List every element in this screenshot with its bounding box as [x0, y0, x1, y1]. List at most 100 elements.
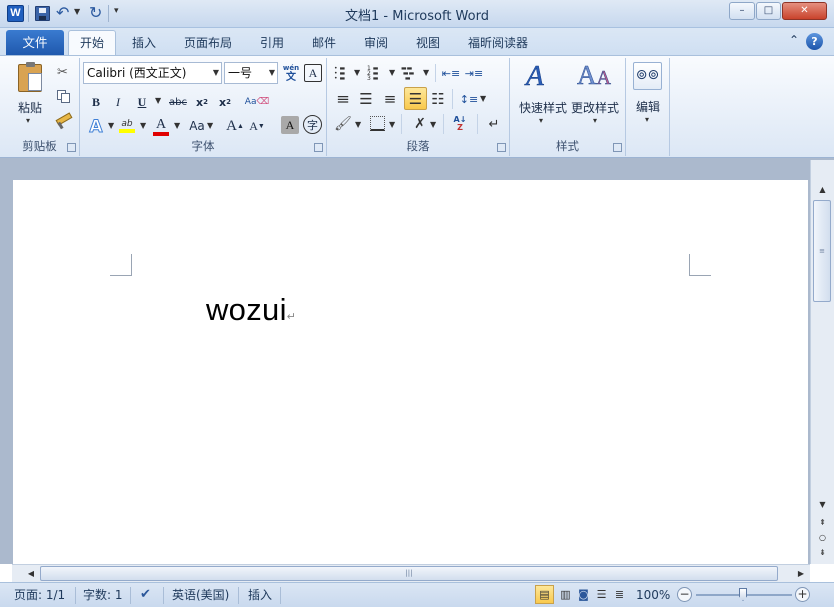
show-marks-icon[interactable]: ↵ — [484, 114, 504, 134]
cut-icon[interactable]: ✂ — [57, 65, 68, 80]
font-color-icon[interactable]: A — [151, 115, 171, 137]
line-spacing-dropdown-icon[interactable]: ▼ — [480, 94, 486, 103]
scroll-left-icon[interactable]: ◀ — [24, 567, 38, 581]
increase-indent-icon[interactable]: ⇥≡ — [464, 64, 484, 82]
underline-dropdown-icon[interactable]: ▼ — [155, 96, 161, 105]
strikethrough-button[interactable]: abc — [166, 92, 190, 112]
phonetic-guide-icon[interactable]: wén 文 — [280, 62, 302, 84]
change-styles-button[interactable]: AA 更改样式 ▾ — [569, 60, 621, 132]
bold-button[interactable]: B — [86, 92, 106, 112]
web-layout-icon[interactable]: ◙ — [575, 586, 592, 603]
horizontal-scroll-thumb[interactable]: ||| — [40, 566, 778, 581]
clear-formatting-icon[interactable]: Aa ⌫ — [245, 91, 269, 113]
tab-insert[interactable]: 插入 — [122, 32, 166, 55]
distributed-icon[interactable]: ☷ — [428, 89, 448, 109]
editing-button[interactable]: ⊚⊚ 编辑 ▾ — [630, 60, 666, 130]
shading-icon[interactable]: 🖌 — [333, 114, 353, 134]
status-word-count[interactable]: 字数: 1 — [83, 586, 123, 605]
change-case-dropdown-icon[interactable]: ▼ — [207, 121, 213, 130]
draft-view-icon[interactable]: ≣ — [611, 586, 628, 603]
shading-dropdown-icon[interactable]: ▼ — [355, 120, 361, 129]
tab-file[interactable]: 文件 — [6, 30, 64, 55]
numbering-dropdown-icon[interactable]: ▼ — [389, 68, 395, 77]
grow-font-icon[interactable]: A ▲ — [225, 116, 245, 136]
zoom-level[interactable]: 100% — [636, 586, 670, 605]
borders-icon[interactable] — [370, 116, 385, 131]
minimize-button[interactable]: – — [729, 2, 755, 20]
multilevel-list-icon[interactable]: ▬▬ ▬▬ ▬ — [401, 64, 423, 82]
text-effects-dropdown-icon[interactable]: ▼ — [108, 121, 114, 130]
zoom-slider-thumb[interactable] — [739, 588, 747, 601]
full-screen-reading-icon[interactable]: ▥ — [557, 586, 574, 603]
shrink-font-icon[interactable]: A ▼ — [247, 116, 267, 136]
align-left-icon[interactable]: ≡ — [332, 89, 354, 109]
document-page[interactable]: wozui↵ — [13, 180, 808, 564]
zoom-out-icon[interactable]: − — [677, 587, 692, 602]
styles-dialog-launcher-icon[interactable] — [613, 143, 622, 152]
line-spacing-icon[interactable]: ↕≡ — [458, 89, 480, 109]
paragraph-dialog-launcher-icon[interactable] — [497, 143, 506, 152]
scroll-down-icon[interactable]: ▼ — [814, 498, 831, 512]
clipboard-dialog-launcher-icon[interactable] — [67, 143, 76, 152]
font-color-dropdown-icon[interactable]: ▼ — [174, 121, 180, 130]
decrease-indent-icon[interactable]: ⇤≡ — [441, 64, 461, 82]
next-page-icon[interactable]: ⇟ — [814, 546, 831, 560]
italic-button[interactable]: I — [108, 92, 128, 112]
status-insert-mode[interactable]: 插入 — [248, 586, 272, 605]
character-border-icon[interactable]: A — [304, 64, 322, 82]
tab-references[interactable]: 引用 — [250, 32, 294, 55]
align-center-icon[interactable]: ☰ — [356, 89, 376, 109]
text-effects-icon[interactable]: A — [86, 116, 106, 138]
vertical-scroll-thumb[interactable]: ≡ — [813, 200, 831, 302]
scroll-right-icon[interactable]: ▶ — [794, 567, 808, 581]
font-size-combo[interactable]: 一号 ▼ — [224, 62, 278, 84]
proofing-icon[interactable]: ✔ — [140, 587, 151, 602]
superscript-button[interactable]: x2 — [215, 92, 235, 112]
minimize-ribbon-icon[interactable]: ⌃ — [789, 33, 799, 47]
scroll-up-icon[interactable]: ▲ — [814, 182, 831, 198]
highlight-dropdown-icon[interactable]: ▼ — [140, 121, 146, 130]
borders-dropdown-icon[interactable]: ▼ — [389, 120, 395, 129]
font-dialog-launcher-icon[interactable] — [314, 143, 323, 152]
browse-object-icon[interactable]: ○ — [814, 531, 831, 545]
tab-page-layout[interactable]: 页面布局 — [176, 32, 240, 55]
close-button[interactable]: ✕ — [782, 2, 827, 20]
format-painter-icon[interactable] — [55, 112, 73, 130]
outline-view-icon[interactable]: ☰ — [593, 586, 610, 603]
chinese-layout-icon[interactable]: ✗ — [409, 114, 431, 134]
tab-view[interactable]: 视图 — [406, 32, 450, 55]
highlight-color-icon[interactable]: ab — [117, 116, 137, 136]
status-language[interactable]: 英语(美国) — [172, 586, 229, 605]
character-shading-icon[interactable]: A — [281, 116, 299, 134]
tab-home[interactable]: 开始 — [68, 30, 116, 56]
previous-page-icon[interactable]: ⇞ — [814, 516, 831, 530]
chinese-layout-dropdown-icon[interactable]: ▼ — [430, 120, 436, 129]
bullets-dropdown-icon[interactable]: ▼ — [354, 68, 360, 77]
justify-icon[interactable]: ☰ — [404, 87, 427, 110]
multilevel-dropdown-icon[interactable]: ▼ — [423, 68, 429, 77]
help-icon[interactable]: ? — [806, 33, 823, 50]
underline-button[interactable]: U — [132, 92, 152, 112]
tab-mailings[interactable]: 邮件 — [302, 32, 346, 55]
vertical-scrollbar[interactable]: ▲ ≡ ▼ ⇞ ○ ⇟ — [810, 160, 834, 564]
tab-foxit-reader[interactable]: 福昕阅读器 — [460, 32, 536, 55]
status-page[interactable]: 页面: 1/1 — [14, 586, 65, 605]
align-right-icon[interactable]: ≡ — [380, 89, 400, 109]
maximize-button[interactable]: □ — [756, 2, 781, 20]
quick-styles-button[interactable]: A 快速样式 ▾ — [515, 60, 567, 132]
sort-icon[interactable]: A↓ Z — [449, 113, 471, 135]
tab-review[interactable]: 审阅 — [354, 32, 398, 55]
zoom-in-icon[interactable]: + — [795, 587, 810, 602]
paste-button[interactable]: 粘贴 ▾ — [10, 60, 50, 132]
font-name-combo[interactable]: Calibri (西文正文) ▼ — [83, 62, 222, 84]
zoom-slider[interactable] — [696, 588, 792, 601]
enclose-characters-icon[interactable]: 字 — [303, 115, 322, 134]
copy-icon[interactable] — [57, 90, 70, 103]
bullets-icon[interactable]: • ▬ • ▬ • ▬ — [334, 64, 352, 82]
horizontal-scrollbar[interactable]: ◀ ||| ▶ — [12, 564, 810, 582]
subscript-button[interactable]: x2 — [192, 92, 212, 112]
print-layout-view-icon[interactable]: ▤ — [535, 585, 554, 604]
numbering-icon[interactable]: 1 ▬ 2 ▬ 3 ▬ — [367, 64, 387, 82]
document-text[interactable]: wozui↵ — [206, 292, 296, 328]
change-case-icon[interactable]: Aa — [186, 116, 208, 136]
